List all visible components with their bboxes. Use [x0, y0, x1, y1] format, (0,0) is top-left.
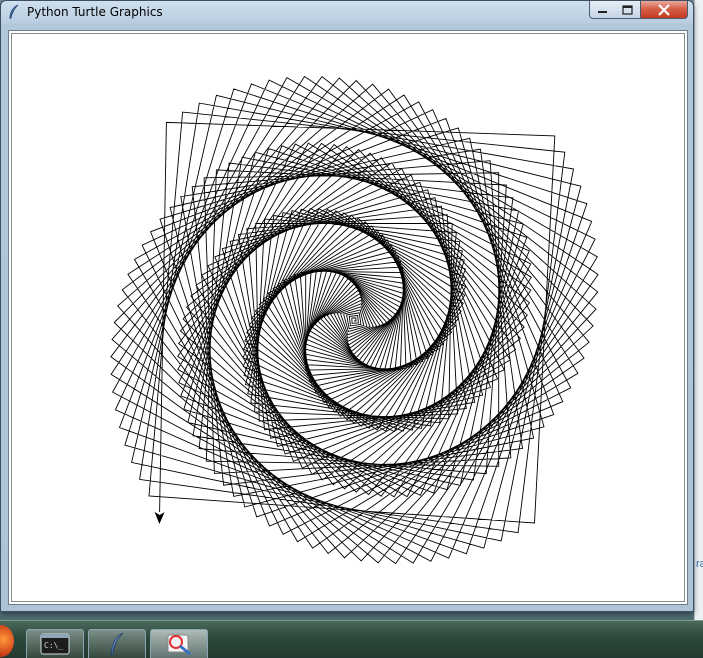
taskbar-terminal-button[interactable]: C:\_ — [26, 629, 84, 658]
taskbar-python-button[interactable] — [88, 629, 146, 658]
background-window-text: ra — [696, 558, 703, 570]
terminal-icon: C:\_ — [40, 633, 70, 655]
windows-orb-icon[interactable] — [0, 625, 14, 657]
window-title: Python Turtle Graphics — [27, 5, 163, 19]
feather-icon — [110, 632, 124, 656]
svg-text:C:\_: C:\_ — [44, 641, 63, 650]
minimize-icon — [598, 10, 607, 13]
feather-icon — [9, 4, 19, 20]
spiral-drawing — [110, 75, 599, 565]
paint-icon — [167, 634, 191, 656]
turtle-canvas[interactable] — [9, 31, 687, 604]
turtle-cursor-icon — [154, 511, 165, 524]
close-button[interactable] — [641, 1, 688, 19]
background-window-edge — [694, 0, 703, 620]
turtle-canvas-area[interactable] — [8, 30, 688, 605]
minimize-button[interactable] — [589, 1, 616, 19]
title-bar[interactable]: Python Turtle Graphics — [1, 1, 693, 25]
taskbar-paint-button[interactable] — [150, 629, 208, 658]
close-icon — [658, 3, 670, 16]
taskbar: C:\_ — [0, 620, 703, 658]
turtle-window: Python Turtle Graphics — [0, 0, 694, 612]
maximize-button[interactable] — [615, 1, 641, 19]
maximize-icon — [622, 4, 633, 15]
